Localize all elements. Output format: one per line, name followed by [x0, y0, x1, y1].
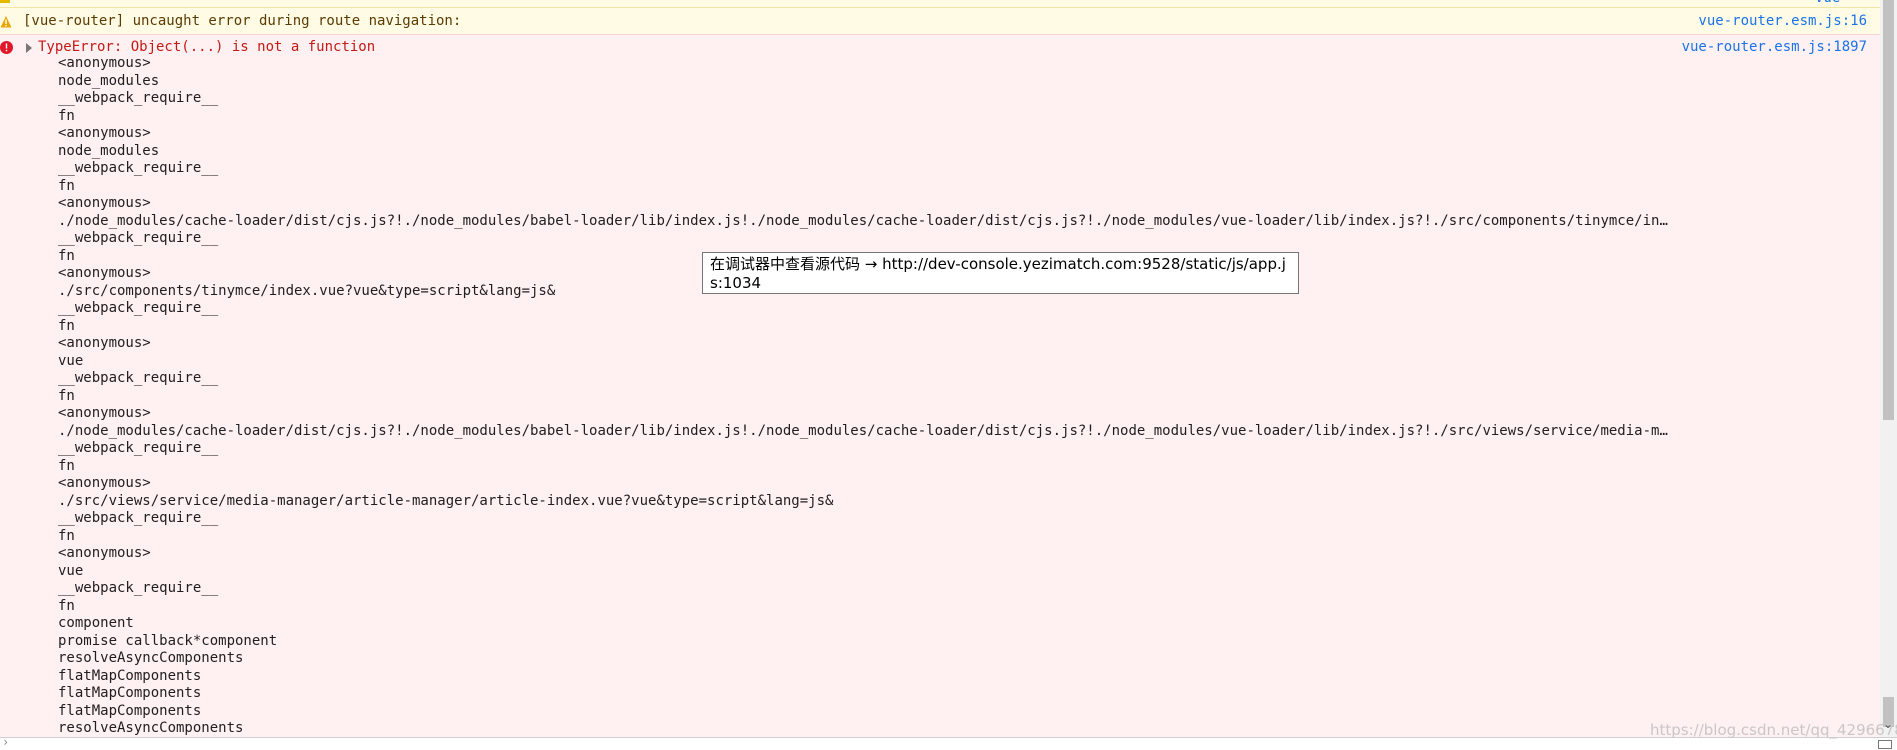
- stack-frame[interactable]: resolveAsyncComponents: [58, 720, 1670, 738]
- stack-frame[interactable]: fn: [58, 388, 1670, 406]
- stack-frame[interactable]: fn: [58, 318, 1670, 336]
- stack-frame[interactable]: resolveAsyncComponents: [58, 650, 1670, 668]
- stack-frame[interactable]: component: [58, 615, 1670, 633]
- stack-frame[interactable]: fn: [58, 178, 1670, 196]
- prompt-chevron-icon: ›: [2, 735, 10, 749]
- stack-frame[interactable]: <anonymous>: [58, 475, 1670, 493]
- warning-source-link[interactable]: vue-router.esm.js:16: [1698, 11, 1867, 31]
- stack-frame[interactable]: __webpack_require__: [58, 160, 1670, 178]
- stack-frame[interactable]: fn: [58, 108, 1670, 126]
- error-message: TypeError: Object(...) is not a function…: [0, 34, 1880, 738]
- stack-frame[interactable]: <anonymous>: [58, 55, 1670, 73]
- stack-frame[interactable]: __webpack_require__: [58, 300, 1670, 318]
- panel-toggle-icon[interactable]: [1878, 740, 1892, 749]
- previous-message-row: vue-router.esm.js:16: [0, 0, 1880, 8]
- stack-frame[interactable]: flatMapComponents: [58, 685, 1670, 703]
- stack-frame[interactable]: node_modules: [58, 73, 1670, 91]
- stack-frame[interactable]: fn: [58, 598, 1670, 616]
- stack-frame[interactable]: <anonymous>: [58, 195, 1670, 213]
- scrollbar-thumb[interactable]: [1883, 0, 1894, 420]
- stack-frame[interactable]: __webpack_require__: [58, 230, 1670, 248]
- stack-frame[interactable]: __webpack_require__: [58, 580, 1670, 598]
- stack-trace: <anonymous> node_modules __webpack_require…: [58, 55, 1670, 738]
- stack-frame[interactable]: ./src/views/service/media-manager/articl…: [58, 493, 1670, 511]
- error-circle-icon: [0, 39, 13, 54]
- warning-text: [vue-router] uncaught error during route…: [23, 13, 462, 29]
- stack-frame[interactable]: __webpack_require__: [58, 440, 1670, 458]
- stack-frame[interactable]: vue: [58, 353, 1670, 371]
- stack-frame[interactable]: fn: [58, 458, 1670, 476]
- stack-frame[interactable]: __webpack_require__: [58, 90, 1670, 108]
- stack-frame[interactable]: <anonymous>: [58, 545, 1670, 563]
- stack-frame[interactable]: fn: [58, 528, 1670, 546]
- devtools-console: vue-router.esm.js:16 [vue-router] uncaug…: [0, 0, 1897, 750]
- vertical-scrollbar[interactable]: [1880, 0, 1897, 737]
- console-prompt[interactable]: ›: [0, 735, 1897, 750]
- previous-warning-marker: [0, 0, 10, 3]
- stack-frame[interactable]: <anonymous>: [58, 125, 1670, 143]
- stack-frame[interactable]: promise callback*component: [58, 633, 1670, 651]
- stack-frame[interactable]: __webpack_require__: [58, 370, 1670, 388]
- error-source-link[interactable]: vue-router.esm.js:1897: [1682, 37, 1867, 57]
- warning-message: [vue-router] uncaught error during route…: [0, 8, 1880, 35]
- previous-source-link[interactable]: vue-router.esm.js:16: [1815, 0, 1880, 7]
- error-title[interactable]: TypeError: Object(...) is not a function: [38, 37, 375, 57]
- watermark: https://blog.csdn.net/qq_42966783: [1650, 721, 1897, 739]
- warning-triangle-icon: [0, 14, 12, 28]
- stack-frame[interactable]: node_modules: [58, 143, 1670, 161]
- stack-frame[interactable]: ./node_modules/cache-loader/dist/cjs.js?…: [58, 213, 1670, 231]
- stack-frame[interactable]: ./node_modules/cache-loader/dist/cjs.js?…: [58, 423, 1670, 441]
- stack-frame[interactable]: <anonymous>: [58, 405, 1670, 423]
- stack-frame[interactable]: <anonymous>: [58, 335, 1670, 353]
- stack-frame[interactable]: __webpack_require__: [58, 510, 1670, 528]
- stack-frame[interactable]: flatMapComponents: [58, 703, 1670, 721]
- stack-frame[interactable]: vue: [58, 563, 1670, 581]
- expand-toggle-icon[interactable]: [26, 43, 32, 53]
- stack-frame[interactable]: flatMapComponents: [58, 668, 1670, 686]
- source-tooltip: 在调试器中查看源代码 → http://dev-console.yezimatc…: [702, 252, 1299, 294]
